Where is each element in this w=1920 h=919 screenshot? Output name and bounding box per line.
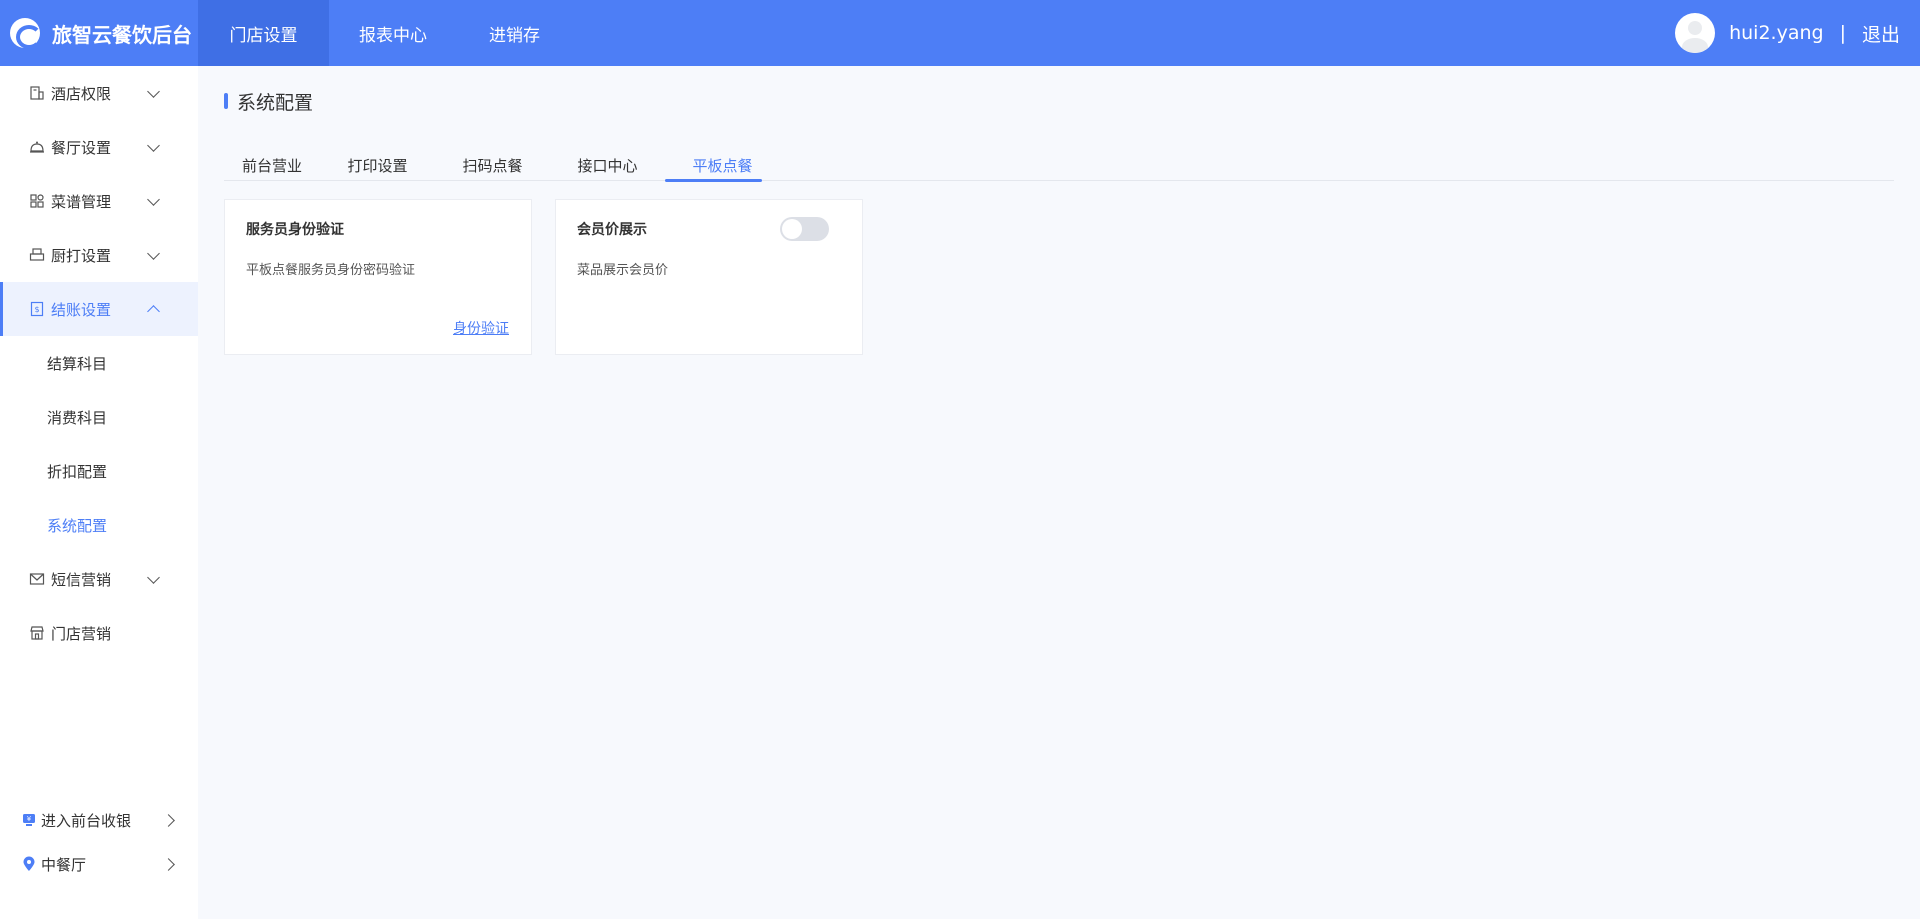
sidebar-item-kitchen-print[interactable]: 厨打设置: [0, 228, 198, 282]
building-icon: [29, 85, 45, 101]
sidebar-item-label: 酒店权限: [51, 84, 112, 103]
chevron-right-icon: [162, 814, 175, 827]
tab-qr-ordering[interactable]: 扫码点餐: [435, 149, 550, 181]
sidebar-item-label: 结账设置: [51, 300, 112, 319]
brand-logo[interactable]: 旅智云餐饮后台: [0, 0, 198, 66]
sidebar-item-label: 餐厅设置: [51, 138, 112, 157]
chevron-down-icon: [147, 193, 160, 206]
chevron-down-icon: [147, 247, 160, 260]
location-icon: [22, 856, 36, 872]
avatar[interactable]: [1675, 13, 1716, 53]
top-bar: 旅智云餐饮后台 门店设置 报表中心 进销存 hui2.yang | 退出: [0, 0, 1920, 66]
sidebar-item-store-marketing[interactable]: 门店营销: [0, 606, 198, 660]
sidebar-item-menu-management[interactable]: 菜谱管理: [0, 174, 198, 228]
sidebar-item-sms-marketing[interactable]: 短信营销: [0, 552, 198, 606]
receipt-icon: $: [29, 301, 45, 317]
sidebar: 酒店权限 餐厅设置 菜谱管理 厨打设置 $ 结账设置 结算科目 消费科目 折扣配…: [0, 66, 198, 919]
nav-inventory[interactable]: 进销存: [458, 0, 571, 66]
brand-name: 旅智云餐饮后台: [52, 22, 192, 47]
chevron-down-icon: [147, 139, 160, 152]
main-content: 系统配置 前台营业 打印设置 扫码点餐 接口中心 平板点餐 服务员身份验证 平板…: [198, 66, 1920, 919]
member-price-toggle[interactable]: [780, 217, 829, 241]
chevron-down-icon: [147, 85, 160, 98]
identity-verify-link[interactable]: 身份验证: [453, 318, 509, 338]
printer-icon: [29, 247, 45, 263]
card-description: 菜品展示会员价: [577, 263, 669, 278]
sidebar-subitem-consumption-items[interactable]: 消费科目: [0, 390, 198, 444]
cashier-icon: ¥: [22, 813, 36, 827]
sidebar-item-label: 厨打设置: [51, 246, 112, 265]
separator: |: [1839, 22, 1846, 44]
tab-interface-center[interactable]: 接口中心: [550, 149, 665, 181]
cloche-icon: [29, 139, 45, 155]
sidebar-item-hotel-permissions[interactable]: 酒店权限: [0, 66, 198, 120]
sidebar-item-label: 菜谱管理: [51, 192, 112, 211]
nav-report-center[interactable]: 报表中心: [329, 0, 458, 66]
tab-bar: 前台营业 打印设置 扫码点餐 接口中心 平板点餐: [224, 149, 1894, 182]
restaurant-name: 中餐厅: [41, 855, 87, 874]
user-area: hui2.yang | 退出: [1675, 0, 1900, 66]
tab-front-desk[interactable]: 前台营业: [224, 149, 320, 181]
card-title: 会员价展示: [577, 222, 647, 238]
store-icon: [29, 625, 45, 641]
username[interactable]: hui2.yang: [1729, 22, 1823, 44]
chevron-down-icon: [147, 571, 160, 584]
page-title: 系统配置: [224, 90, 313, 114]
card-waiter-auth: 服务员身份验证 平板点餐服务员身份密码验证 身份验证: [224, 199, 532, 355]
sidebar-item-checkout-settings[interactable]: $ 结账设置: [0, 282, 198, 336]
sidebar-item-label: 门店营销: [51, 624, 112, 643]
card-member-price: 会员价展示 菜品展示会员价: [555, 199, 863, 355]
chevron-up-icon: [147, 305, 160, 318]
sidebar-subitem-settlement-items[interactable]: 结算科目: [0, 336, 198, 390]
restaurant-switch-link[interactable]: 中餐厅: [0, 844, 198, 884]
tab-tablet-ordering[interactable]: 平板点餐: [665, 149, 780, 182]
logout-link[interactable]: 退出: [1862, 20, 1900, 47]
top-nav: 门店设置 报表中心 进销存: [198, 0, 571, 66]
logo-icon: [10, 18, 42, 49]
svg-text:¥: ¥: [27, 815, 32, 823]
sidebar-item-restaurant-settings[interactable]: 餐厅设置: [0, 120, 198, 174]
svg-text:$: $: [34, 305, 39, 314]
chevron-right-icon: [162, 858, 175, 871]
enter-cashier-link[interactable]: ¥ 进入前台收银: [0, 800, 198, 840]
sidebar-subitem-system-config[interactable]: 系统配置: [0, 498, 198, 552]
mail-icon: [29, 571, 45, 587]
grid-icon: [29, 193, 45, 209]
nav-store-settings[interactable]: 门店设置: [198, 0, 329, 66]
card-title: 服务员身份验证: [246, 222, 344, 238]
tab-print-settings[interactable]: 打印设置: [320, 149, 435, 181]
sidebar-subitem-discount-config[interactable]: 折扣配置: [0, 444, 198, 498]
enter-cashier-label: 进入前台收银: [41, 811, 132, 830]
card-description: 平板点餐服务员身份密码验证: [246, 263, 416, 278]
sidebar-item-label: 短信营销: [51, 570, 112, 589]
